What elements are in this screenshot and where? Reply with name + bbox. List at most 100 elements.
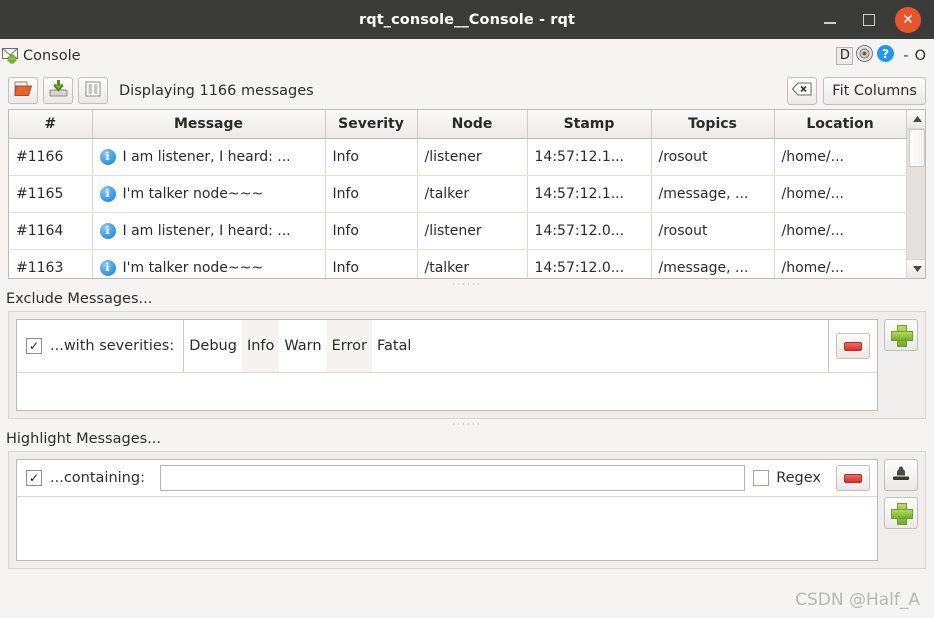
scrollbar-track[interactable]	[907, 129, 925, 259]
dock-header-controls: D ? - O	[836, 44, 926, 67]
close-button[interactable]: ✕	[895, 6, 921, 33]
cell-severity: Info	[325, 212, 418, 250]
severity-list[interactable]: Debug Info Warn Error Fatal	[183, 320, 829, 372]
highlight-remove-button[interactable]	[836, 465, 870, 491]
console-toolbar: Displaying 1166 messages Fit Columns	[0, 72, 934, 109]
table-row[interactable]: #1163 i I'm talker node~~~ Info /talker …	[9, 249, 907, 278]
dock-settings-icon[interactable]	[855, 44, 874, 67]
info-icon: i	[99, 259, 116, 276]
splitter-handle-top[interactable]: ······	[0, 279, 934, 291]
highlight-stamp-button[interactable]	[884, 459, 918, 491]
cell-stamp: 14:57:12.0...	[527, 212, 652, 250]
scroll-up-button[interactable]	[907, 110, 925, 129]
cell-node: /talker	[417, 249, 528, 278]
cell-message: i I'm talker node~~~	[92, 175, 326, 213]
table-row[interactable]: #1164 i I am listener, I heard: ... Info…	[9, 212, 907, 250]
fit-columns-button[interactable]: Fit Columns	[823, 76, 926, 105]
cell-message-text: I am listener, I heard: ...	[122, 222, 291, 239]
plus-icon	[891, 325, 913, 347]
highlight-side-buttons	[884, 459, 918, 561]
maximize-button[interactable]	[856, 7, 882, 33]
cell-node: /listener	[417, 212, 528, 250]
column-header-topics[interactable]: Topics	[651, 110, 775, 139]
save-down-icon	[49, 80, 68, 101]
dock-d-button[interactable]: D	[836, 46, 854, 65]
cell-message: i I am listener, I heard: ...	[92, 212, 326, 250]
dock-o-label: O	[914, 47, 926, 64]
info-icon: i	[99, 148, 116, 165]
cell-message-text: I am listener, I heard: ...	[122, 148, 291, 165]
column-header-num[interactable]: #	[9, 110, 93, 139]
exclude-enable-checkbox[interactable]: ✓	[26, 338, 42, 354]
cell-topics: /message, ...	[651, 175, 775, 213]
highlight-text-input[interactable]	[159, 465, 746, 491]
exclude-remove-button[interactable]	[836, 333, 870, 359]
severity-item-info[interactable]: Info	[241, 320, 280, 372]
minimize-icon	[824, 21, 836, 24]
pause-icon	[85, 81, 101, 101]
highlight-filter-list: ✓ ...containing: Regex	[16, 459, 878, 561]
cell-num: #1163	[9, 249, 93, 278]
dock-title-group: Console	[2, 47, 81, 64]
cell-node: /talker	[417, 175, 528, 213]
regex-group[interactable]: Regex	[745, 470, 829, 486]
stamp-icon	[891, 464, 911, 486]
pause-button[interactable]	[78, 77, 108, 104]
splitter-handle-bottom[interactable]: ······	[0, 419, 934, 431]
envelope-add-icon	[2, 47, 22, 64]
table-row[interactable]: #1166 i I am listener, I heard: ... Info…	[9, 138, 907, 176]
scroll-down-button[interactable]	[907, 259, 925, 278]
dock-title-label: Console	[23, 47, 81, 64]
cell-message-text: I'm talker node~~~	[122, 259, 264, 276]
minimize-button[interactable]	[817, 7, 843, 33]
exclude-filter-list: ✓ ...with severities: Debug Info Warn Er…	[16, 319, 878, 411]
clear-backspace-icon	[792, 81, 812, 100]
scrollbar-thumb[interactable]	[909, 129, 925, 167]
folder-open-icon	[13, 80, 33, 101]
info-icon: i	[99, 185, 116, 202]
cell-location: /home/...	[774, 175, 907, 213]
cell-topics: /rosout	[651, 138, 775, 176]
info-icon: i	[99, 222, 116, 239]
highlight-enable-checkbox[interactable]: ✓	[26, 470, 42, 486]
cell-severity: Info	[325, 175, 418, 213]
table-vertical-scrollbar[interactable]	[906, 110, 925, 278]
window-titlebar: rqt_console__Console - rqt ✕	[0, 0, 934, 39]
highlight-add-button[interactable]	[884, 497, 918, 529]
highlight-filter-frame: ✓ ...containing: Regex	[8, 451, 926, 569]
highlight-section-label: Highlight Messages...	[6, 431, 162, 447]
severity-item-debug[interactable]: Debug	[184, 320, 242, 372]
severity-item-warn[interactable]: Warn	[279, 320, 326, 372]
column-header-location[interactable]: Location	[774, 110, 907, 139]
cell-message: i I'm talker node~~~	[92, 249, 326, 278]
minus-icon	[844, 473, 862, 483]
column-header-severity[interactable]: Severity	[325, 110, 418, 139]
close-icon: ✕	[902, 11, 914, 28]
dock-widget-header: Console D ? - O	[0, 39, 934, 72]
exclude-empty-area	[17, 373, 877, 410]
exclude-add-button[interactable]	[884, 319, 918, 351]
column-header-stamp[interactable]: Stamp	[527, 110, 652, 139]
message-count-label: Displaying 1166 messages	[119, 82, 314, 99]
severity-item-error[interactable]: Error	[326, 320, 372, 372]
highlight-empty-area	[17, 497, 877, 560]
cell-stamp: 14:57:12.1...	[527, 138, 652, 176]
open-log-button[interactable]	[8, 77, 38, 104]
plus-icon	[891, 503, 913, 525]
message-table: # Message Severity Node Stamp Topics Loc…	[9, 110, 907, 278]
cell-location: /home/...	[774, 249, 907, 278]
save-log-button[interactable]	[43, 77, 73, 104]
severity-list-filler	[416, 320, 828, 372]
regex-checkbox[interactable]	[753, 470, 770, 486]
severity-item-fatal[interactable]: Fatal	[372, 320, 417, 372]
toolbar-right-group: Fit Columns	[787, 76, 926, 105]
exclude-severity-row[interactable]: ✓ ...with severities: Debug Info Warn Er…	[17, 320, 877, 373]
cell-num: #1166	[9, 138, 93, 176]
table-row[interactable]: #1165 i I'm talker node~~~ Info /talker …	[9, 175, 907, 213]
highlight-containing-row[interactable]: ✓ ...containing: Regex	[17, 460, 877, 497]
dock-help-icon[interactable]: ?	[876, 44, 895, 67]
column-header-message[interactable]: Message	[92, 110, 326, 139]
clear-messages-button[interactable]	[787, 76, 818, 105]
message-table-container: # Message Severity Node Stamp Topics Loc…	[8, 109, 926, 279]
column-header-node[interactable]: Node	[417, 110, 528, 139]
